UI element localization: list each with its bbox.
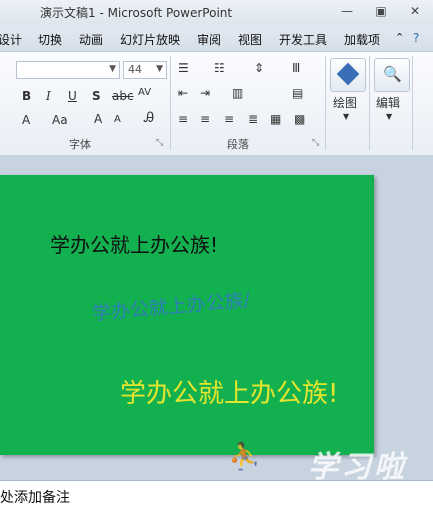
bullets-icon[interactable]: ☰: [178, 61, 189, 75]
font-size-combo[interactable]: 44 ▼: [123, 61, 167, 79]
ribbon-tabs: 设计 切换 动画 幻灯片放映 审阅 视图 开发工具 加载项 ⌃ ?: [0, 25, 433, 51]
text-direction-icon[interactable]: Ⅲ: [292, 61, 300, 75]
shrink-font-icon[interactable]: A: [114, 114, 121, 125]
font-group-label: 字体: [69, 138, 91, 151]
tab-developer[interactable]: 开发工具: [279, 31, 327, 48]
slide-workspace: 学办公就上办公族! 学办公就上办公族/ 学办公就上办公族!: [0, 155, 433, 480]
tab-view[interactable]: 视图: [238, 31, 262, 48]
editing-button-label[interactable]: 编辑: [376, 94, 400, 111]
distributed-icon[interactable]: ▦: [270, 112, 281, 126]
bold-icon[interactable]: B: [22, 89, 31, 103]
window-title: 演示文稿1 - Microsoft PowerPoint: [40, 6, 233, 20]
binoculars-icon[interactable]: 🔍: [374, 58, 410, 92]
align-left-icon[interactable]: ≡: [178, 112, 188, 126]
tab-transitions[interactable]: 切换: [38, 31, 62, 48]
tab-animations[interactable]: 动画: [79, 31, 103, 48]
slide-text-blue[interactable]: 学办公就上办公族/: [91, 285, 251, 326]
chevron-down-icon[interactable]: ▼: [156, 64, 163, 74]
help-icon[interactable]: ?: [413, 31, 419, 45]
numbering-icon[interactable]: ☷: [214, 61, 225, 75]
align-text-icon[interactable]: ▤: [292, 86, 303, 100]
clear-format-icon[interactable]: Ꭿ: [144, 110, 154, 126]
font-color-icon[interactable]: A: [22, 113, 30, 127]
dialog-launcher-icon[interactable]: ⤡: [312, 138, 319, 148]
columns-icon[interactable]: ▥: [232, 86, 243, 100]
font-name-combo[interactable]: ▼: [16, 61, 120, 79]
tab-slideshow[interactable]: 幻灯片放映: [120, 31, 180, 48]
drawing-button-label[interactable]: 绘图: [333, 94, 357, 111]
tab-design[interactable]: 设计: [0, 31, 22, 48]
divider: [369, 56, 370, 150]
align-right-icon[interactable]: ≡: [224, 112, 234, 126]
chevron-down-icon[interactable]: ▼: [109, 64, 116, 74]
decrease-indent-icon[interactable]: ⇤: [178, 86, 188, 100]
notes-placeholder[interactable]: 处添加备注: [0, 487, 70, 507]
drawing-icon[interactable]: [330, 58, 366, 92]
ribbon-home: ▼ 44 ▼ B I U S abc AV A Aa A A Ꭿ 字体 ⤡ ☰ …: [0, 51, 433, 156]
slide-text-black[interactable]: 学办公就上办公族!: [50, 229, 218, 258]
restore-icon[interactable]: ▣: [372, 3, 390, 19]
chevron-down-icon[interactable]: ▼: [343, 112, 349, 121]
grow-font-icon[interactable]: A: [94, 112, 102, 126]
divider: [325, 56, 326, 150]
watermark-logo: ⛹ 学习啦: [228, 440, 428, 485]
shadow-icon[interactable]: S: [92, 89, 101, 103]
line-spacing-icon[interactable]: ⇕: [254, 61, 264, 75]
divider: [170, 56, 171, 150]
close-icon[interactable]: ✕: [406, 3, 424, 19]
chevron-down-icon[interactable]: ▼: [386, 112, 392, 121]
slide-canvas[interactable]: 学办公就上办公族! 学办公就上办公族/ 学办公就上办公族!: [0, 175, 374, 455]
underline-icon[interactable]: U: [68, 89, 77, 103]
dialog-launcher-icon[interactable]: ⤡: [156, 138, 163, 148]
increase-indent-icon[interactable]: ⇥: [200, 86, 210, 100]
italic-icon[interactable]: I: [46, 89, 51, 103]
tab-review[interactable]: 审阅: [197, 31, 221, 48]
font-size-value: 44: [128, 63, 142, 76]
tab-addins[interactable]: 加载项: [344, 31, 380, 48]
change-case-icon[interactable]: Aa: [52, 113, 68, 127]
justify-icon[interactable]: ≣: [248, 112, 258, 126]
person-icon: ⛹: [228, 442, 264, 472]
strikethrough-icon[interactable]: abc: [112, 89, 134, 103]
smartart-icon[interactable]: ▩: [294, 112, 305, 126]
title-bar: 演示文稿1 - Microsoft PowerPoint — ▣ ✕: [0, 0, 433, 25]
ribbon-collapse-icon[interactable]: ⌃: [395, 31, 404, 44]
divider: [412, 56, 413, 150]
notes-pane[interactable]: 处添加备注: [0, 480, 433, 512]
minimize-icon[interactable]: —: [338, 3, 356, 19]
align-center-icon[interactable]: ≡: [200, 112, 210, 126]
slide-text-yellow[interactable]: 学办公就上办公族!: [120, 373, 338, 410]
character-spacing-icon[interactable]: AV: [138, 87, 151, 98]
paragraph-group-label: 段落: [227, 138, 249, 151]
